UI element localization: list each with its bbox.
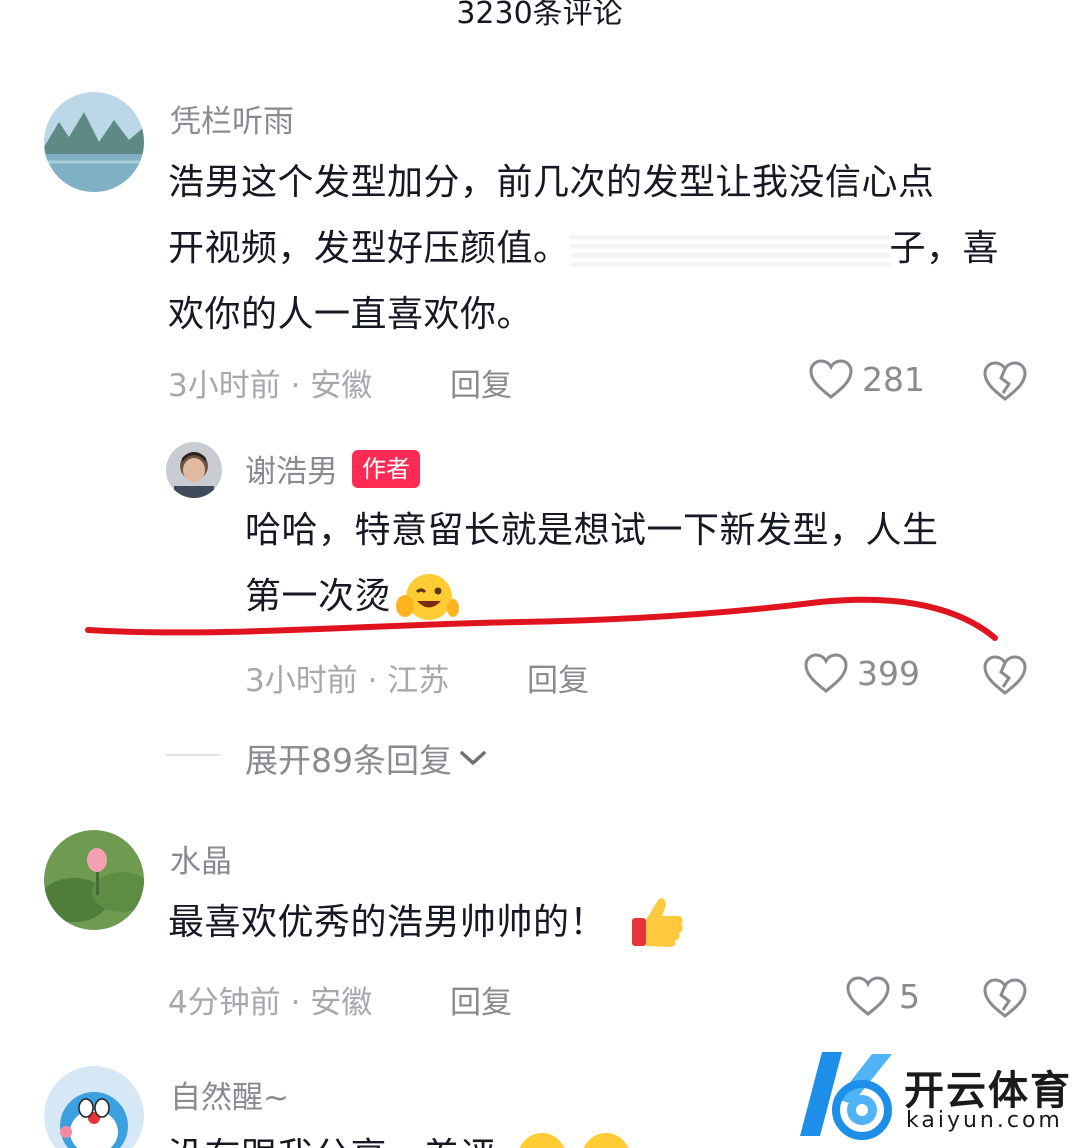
reply-text-line: 哈哈，特意留长就是想试一下新发型，人生 (245, 510, 939, 551)
comment-text-line: 开视频，发型好压颜值。 子，喜 (168, 216, 1048, 282)
like-count: 399 (857, 653, 920, 693)
dislike-button[interactable] (982, 360, 1028, 406)
comment-text-line: 浩男这个发型加分，前几次的发型让我没信心点 (168, 162, 935, 203)
dislike-button[interactable] (982, 654, 1028, 700)
comment-username[interactable]: 自然醒~ (170, 1072, 289, 1117)
expand-replies-label: 展开89条回复 (245, 741, 452, 780)
comment-text-segment: 最喜欢优秀的浩男帅帅的！ (168, 902, 607, 943)
thumbs-up-emoji-icon (632, 898, 683, 947)
reply-button[interactable]: 回复 (527, 655, 589, 700)
avatar[interactable] (44, 830, 144, 930)
comment-text-segment: 没有跟我分享，差评 (168, 1124, 497, 1148)
emoji-icon (519, 1133, 564, 1148)
author-badge: 作者 (352, 449, 420, 488)
comment-username[interactable]: 水晶 (170, 836, 232, 881)
kaiyun-logo-icon (800, 1052, 892, 1140)
reply-meta: 3小时前 · 江苏 (245, 663, 450, 699)
chevron-down-icon (460, 751, 486, 765)
reply-button[interactable]: 回复 (450, 977, 512, 1022)
broken-heart-icon (983, 978, 1027, 1018)
comment-text-segment: 子，喜 (889, 228, 1000, 269)
heart-icon (804, 653, 848, 693)
comment-text: 没有跟我分享，差评 (168, 1124, 633, 1148)
person-avatar-image (166, 442, 222, 498)
expand-divider (166, 754, 220, 756)
comment-meta: 3小时前 · 安徽 (168, 368, 373, 404)
comment-username[interactable]: 凭栏听雨 (170, 96, 294, 141)
lotus-avatar-image (44, 830, 144, 930)
author-username[interactable]: 谢浩男 (245, 446, 338, 491)
comment-text: 浩男这个发型加分，前几次的发型让我没信心点 开视频，发型好压颜值。 子，喜 欢你的… (168, 150, 1048, 348)
broken-heart-icon (983, 361, 1027, 401)
like-button[interactable]: 399 (803, 652, 920, 694)
landscape-avatar-image (44, 92, 144, 192)
redacted-blur (569, 230, 890, 270)
red-underline-annotation (85, 596, 998, 641)
comment-meta: 4分钟前 · 安徽 (168, 985, 373, 1021)
avatar[interactable] (44, 92, 144, 192)
comment-text: 最喜欢优秀的浩男帅帅的！ (168, 890, 686, 956)
like-button[interactable]: 5 (845, 975, 920, 1017)
watermark-name-en: kaiyun.com (906, 1108, 1063, 1133)
reply-button[interactable]: 回复 (450, 360, 512, 405)
avatar[interactable] (44, 1066, 144, 1148)
broken-heart-icon (983, 655, 1027, 695)
watermark-logo: 开云体育 kaiyun.com (792, 1044, 1072, 1144)
heart-icon (846, 976, 890, 1016)
author-avatar[interactable] (166, 442, 222, 498)
expand-replies-button[interactable]: 展开89条回复 (245, 734, 488, 782)
author-header: 谢浩男 作者 (245, 446, 420, 491)
like-count: 281 (862, 359, 925, 399)
comment-text-segment: 开视频，发型好压颜值。 (168, 228, 570, 269)
dislike-button[interactable] (982, 977, 1028, 1023)
like-count: 5 (899, 976, 920, 1016)
heart-icon (809, 359, 853, 399)
like-button[interactable]: 281 (808, 358, 925, 400)
cartoon-avatar-image (44, 1066, 144, 1148)
comment-count-title: 3230条评论 (456, 0, 623, 31)
emoji-icon (583, 1133, 628, 1148)
comment-text-line: 欢你的人一直喜欢你。 (168, 294, 534, 335)
